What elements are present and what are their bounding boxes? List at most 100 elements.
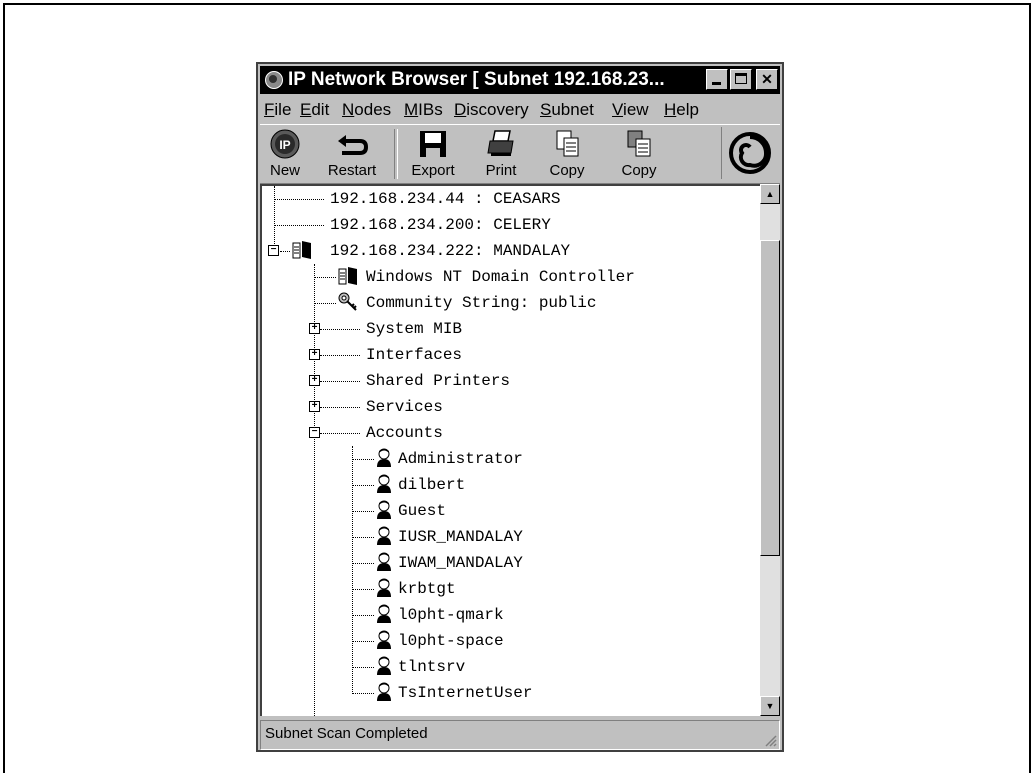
tree-connector [274, 186, 275, 250]
menu-file[interactable]: File [264, 98, 291, 122]
expand-toggle[interactable]: + [309, 323, 320, 334]
menu-help[interactable]: Help [664, 98, 699, 122]
copy-button[interactable]: Copy [534, 125, 600, 181]
tree-connector [274, 225, 324, 226]
tree-node-interfaces[interactable]: Interfaces [366, 342, 462, 368]
server-icon [292, 241, 311, 259]
restart-label: Restart [327, 162, 377, 179]
tree-node-host-selected[interactable]: 192.168.234.222: MANDALAY [330, 238, 570, 264]
expand-toggle[interactable]: + [309, 349, 320, 360]
maximize-icon [735, 73, 747, 84]
tree-connector [352, 693, 374, 694]
account-item[interactable]: IWAM_MANDALAY [398, 550, 523, 576]
brand-logo [721, 127, 778, 179]
expand-toggle[interactable]: + [309, 375, 320, 386]
floppy-disk-icon [420, 131, 446, 157]
account-item[interactable]: tlntsrv [398, 654, 465, 680]
status-text: Subnet Scan Completed [265, 725, 428, 742]
user-icon [377, 552, 391, 571]
user-icon [377, 630, 391, 649]
copy-image-icon [627, 130, 651, 157]
account-item[interactable]: IUSR_MANDALAY [398, 524, 523, 550]
account-item[interactable]: l0pht-space [398, 628, 504, 654]
tree-connector [352, 589, 374, 590]
tree-connector [314, 277, 336, 278]
restart-button[interactable]: Restart [316, 125, 388, 181]
tree-connector [352, 615, 374, 616]
title-bar[interactable]: IP Network Browser [ Subnet 192.168.23..… [260, 66, 780, 94]
copy-image-button[interactable]: Copy [604, 125, 674, 181]
copy-label: Copy [549, 162, 585, 179]
collapse-toggle[interactable]: − [309, 427, 320, 438]
tree-node-host[interactable]: 192.168.234.200: CELERY [330, 212, 551, 238]
tree-connector [352, 446, 353, 694]
menu-subnet[interactable]: Subnet [540, 98, 594, 122]
maximize-button[interactable] [730, 69, 752, 90]
user-icon [377, 448, 391, 467]
new-button[interactable]: IP New [260, 125, 310, 181]
collapse-toggle[interactable]: − [268, 245, 279, 256]
printer-icon [487, 130, 514, 156]
tree-node-community[interactable]: Community String: public [366, 290, 596, 316]
user-icon [377, 656, 391, 675]
minimize-button[interactable] [706, 69, 728, 90]
tree-connector [352, 511, 374, 512]
tree-connector [352, 667, 374, 668]
tree-node-domain-controller[interactable]: Windows NT Domain Controller [366, 264, 635, 290]
user-icon [377, 526, 391, 545]
scroll-thumb[interactable] [760, 240, 780, 556]
vertical-scrollbar[interactable]: ▲ ▼ [760, 184, 780, 716]
account-item[interactable]: dilbert [398, 472, 465, 498]
tree-connector [320, 407, 360, 408]
account-item[interactable]: Administrator [398, 446, 523, 472]
new-label: New [269, 162, 300, 179]
resize-grip-icon[interactable] [763, 733, 777, 747]
account-item[interactable]: krbtgt [398, 576, 456, 602]
toolbar-separator [394, 129, 398, 179]
print-button[interactable]: Print [470, 125, 532, 181]
copy-pages-icon [556, 130, 579, 157]
tree-node-services[interactable]: Services [366, 394, 443, 420]
menu-edit[interactable]: Edit [300, 98, 329, 122]
tree-node-system-mib[interactable]: System MIB [366, 316, 462, 342]
tree-connector [314, 303, 336, 304]
arrow-down-icon: ▼ [765, 701, 775, 711]
scroll-down-button[interactable]: ▼ [760, 696, 780, 716]
menu-view[interactable]: View [612, 98, 649, 122]
tree-connector [320, 329, 360, 330]
app-icon[interactable] [265, 71, 283, 89]
close-icon: ✕ [761, 71, 773, 87]
account-item[interactable]: l0pht-qmark [398, 602, 504, 628]
account-item[interactable]: TsInternetUser [398, 680, 532, 706]
tree-connector [352, 641, 374, 642]
account-item[interactable]: Guest [398, 498, 446, 524]
arrow-up-icon: ▲ [765, 189, 775, 199]
expand-toggle[interactable]: + [309, 401, 320, 412]
user-icon [377, 474, 391, 493]
menu-mibs[interactable]: MIBs [404, 98, 443, 122]
network-tree[interactable]: 192.168.234.44 : CEASARS 192.168.234.200… [260, 184, 760, 716]
status-bar: Subnet Scan Completed [260, 720, 780, 750]
tree-node-accounts[interactable]: Accounts [366, 420, 443, 446]
print-label: Print [485, 162, 517, 179]
tree-connector [274, 199, 324, 200]
tree-connector [352, 485, 374, 486]
tree-node-host[interactable]: 192.168.234.44 : CEASARS [330, 186, 560, 212]
export-button[interactable]: Export [400, 125, 466, 181]
tree-node-shared-printers[interactable]: Shared Printers [366, 368, 510, 394]
menu-discovery[interactable]: Discovery [454, 98, 529, 122]
new-ip-icon: IP [270, 129, 300, 159]
user-icon [377, 500, 391, 519]
spiral-logo-icon [729, 132, 771, 174]
tree-connector [320, 381, 360, 382]
scroll-up-button[interactable]: ▲ [760, 184, 780, 204]
restart-arrow-icon [338, 135, 368, 155]
menu-nodes[interactable]: Nodes [342, 98, 391, 122]
user-icon [377, 578, 391, 597]
minimize-icon [712, 82, 721, 85]
app-window: IP Network Browser [ Subnet 192.168.23..… [256, 62, 784, 752]
export-label: Export [411, 162, 455, 179]
key-icon [338, 292, 357, 311]
close-button[interactable]: ✕ [756, 69, 778, 90]
svg-text:IP: IP [279, 138, 290, 152]
